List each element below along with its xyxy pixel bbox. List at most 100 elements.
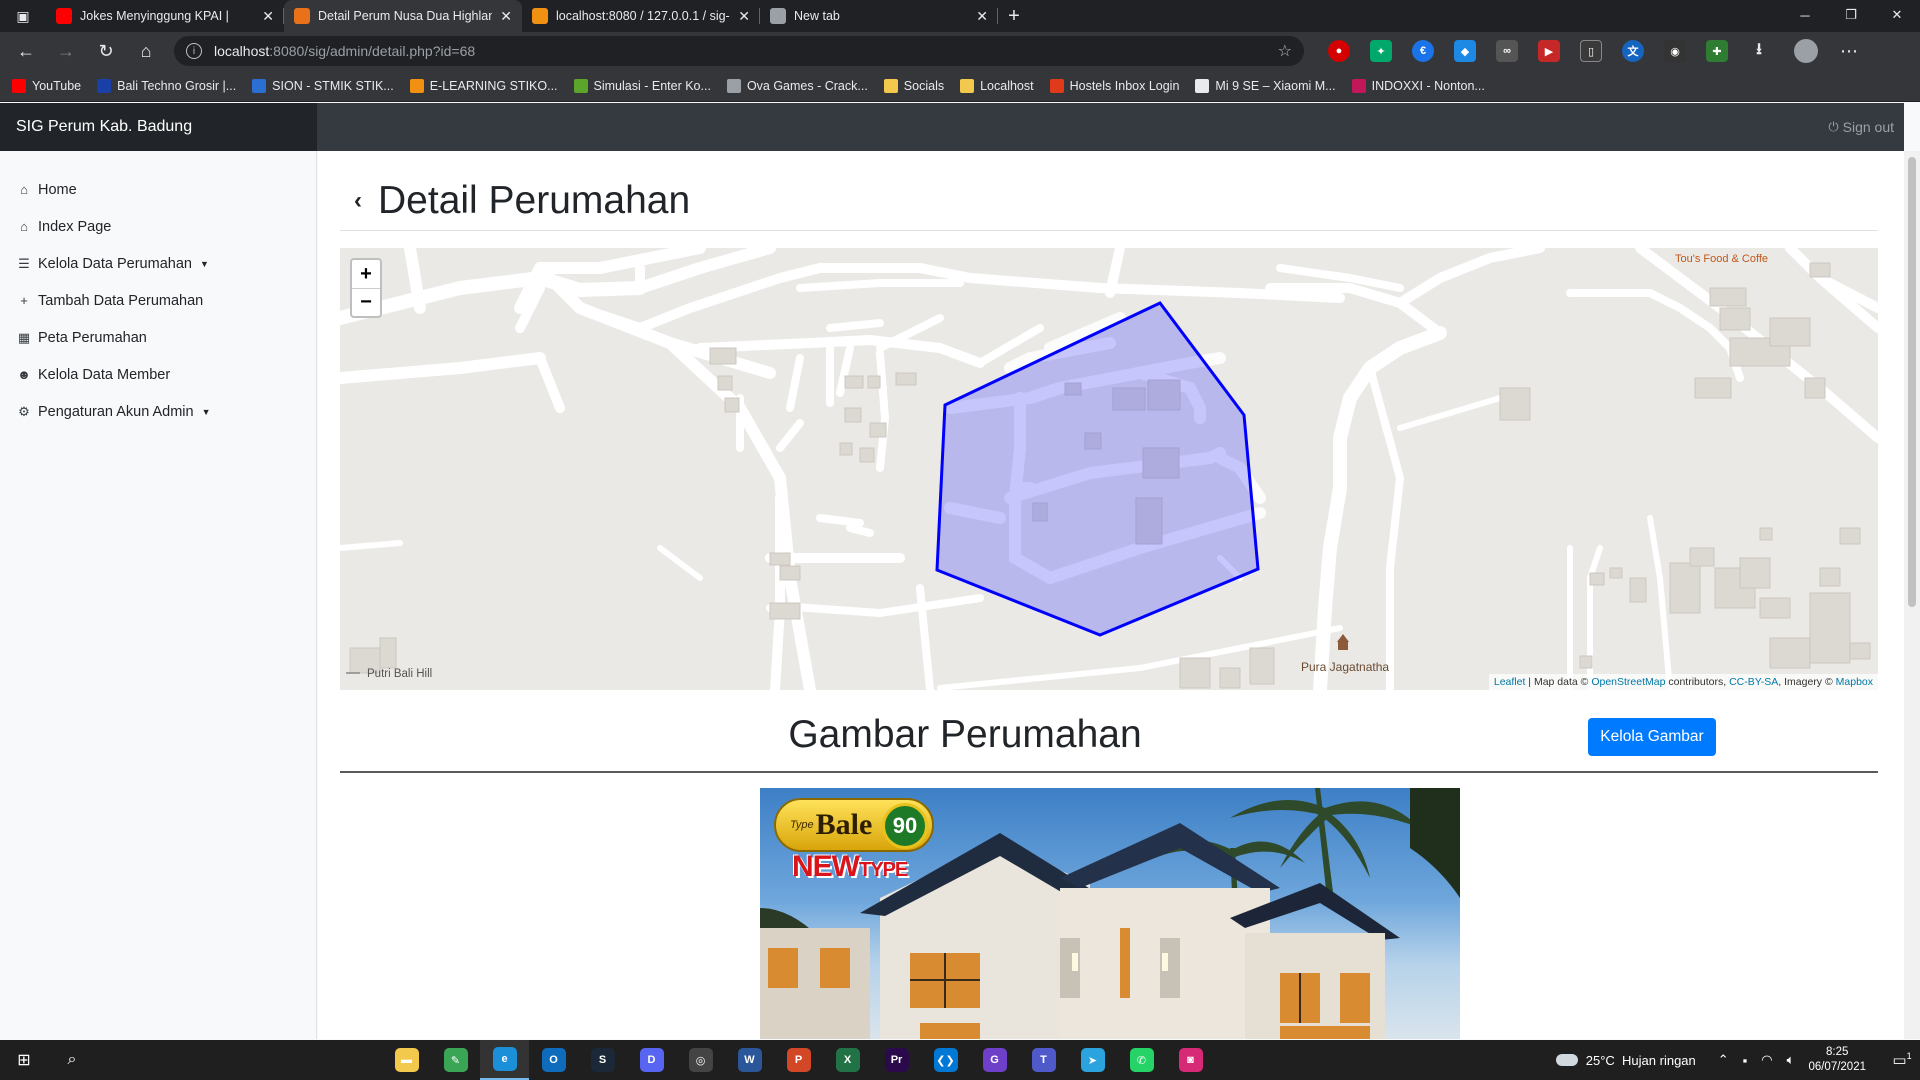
forward-button[interactable]: → <box>46 34 86 68</box>
extension-glasses-icon[interactable]: ∞ <box>1496 40 1518 62</box>
close-window-button[interactable]: ✕ <box>1874 0 1920 30</box>
reload-button[interactable]: ↻ <box>86 34 126 68</box>
tab-close-icon[interactable]: ✕ <box>500 8 512 25</box>
browser-tab[interactable]: localhost:8080 / 127.0.0.1 / sig-p ✕ <box>522 0 760 32</box>
extension-phone-icon[interactable]: ▯ <box>1580 40 1602 62</box>
osm-link[interactable]: OpenStreetMap <box>1591 676 1665 688</box>
sidebar-item-index-page[interactable]: ⌂ Index Page <box>0 208 316 245</box>
notification-icon[interactable]: ▭1 <box>1884 1051 1920 1069</box>
caret-down-icon: ▼ <box>201 406 211 417</box>
browser-tab[interactable]: New tab ✕ <box>760 0 998 32</box>
sidebar-item-pengaturan-akun-admin[interactable]: ⚙ Pengaturan Akun Admin ▼ <box>0 393 316 430</box>
taskbar-app[interactable]: ✆ <box>1117 1040 1166 1080</box>
sidebar-item-peta-perumahan[interactable]: ▦ Peta Perumahan <box>0 319 316 356</box>
bookmark-item[interactable]: Localhost <box>960 78 1034 93</box>
taskbar-app[interactable]: ➤ <box>1068 1040 1117 1080</box>
poi-food-label[interactable]: Tou's Food & Coffe <box>1675 253 1768 265</box>
taskbar-app[interactable]: e <box>480 1040 529 1080</box>
windows-start-icon[interactable]: ⊞ <box>0 1040 48 1080</box>
mapbox-link[interactable]: Mapbox <box>1836 676 1873 688</box>
taskbar-app[interactable]: ◎ <box>676 1040 725 1080</box>
taskbar-app[interactable]: S <box>578 1040 627 1080</box>
bookmark-item[interactable]: INDOXXI - Nonton... <box>1351 78 1485 93</box>
tab-close-icon[interactable]: ✕ <box>738 8 750 25</box>
bookmark-item[interactable]: Socials <box>883 78 944 93</box>
bookmark-item[interactable]: Mi 9 SE – Xiaomi M... <box>1195 78 1336 93</box>
taskbar-app[interactable]: G <box>970 1040 1019 1080</box>
signout-link[interactable]: ⏻ Sign out <box>1828 119 1894 135</box>
ccbysa-link[interactable]: CC-BY-SA <box>1729 676 1778 688</box>
bookmark-item[interactable]: YouTube <box>12 78 81 93</box>
tab-actions-icon[interactable]: ▣ <box>0 0 46 32</box>
weather-widget[interactable]: 25°C Hujan ringan <box>1555 1053 1696 1068</box>
tray-chevron-icon[interactable]: ⌃ <box>1718 1052 1729 1068</box>
tab-close-icon[interactable]: ✕ <box>262 8 274 25</box>
search-icon[interactable]: ⌕ <box>48 1040 96 1080</box>
extension-camera-icon[interactable]: ◉ <box>1664 40 1686 62</box>
sidebar-item-home[interactable]: ⌂ Home <box>0 171 316 208</box>
favorite-star-icon[interactable]: ☆ <box>1278 41 1292 61</box>
taskbar-app[interactable]: P <box>774 1040 823 1080</box>
bookmark-item[interactable]: E-LEARNING STIKO... <box>409 78 558 93</box>
housing-photo[interactable]: Type Bale 90 NEWTYPE <box>760 788 1460 1039</box>
extension-adblock-icon[interactable]: ● <box>1328 40 1350 62</box>
home-button[interactable]: ⌂ <box>126 34 166 68</box>
bookmark-item[interactable]: Bali Techno Grosir |... <box>97 78 236 93</box>
page-scrollbar[interactable] <box>1904 151 1920 1039</box>
windows-taskbar: ⊞ ⌕ ▬ ✎ e O S D ◎ W P X Pr ❮❯ G T ➤ ✆ ◙ 25°C Hujan ringa… <box>0 1040 1920 1080</box>
window-controls: ─ ❐ ✕ <box>1782 0 1920 30</box>
profile-avatar[interactable] <box>1794 39 1818 63</box>
new-tab-button[interactable]: + <box>998 0 1030 32</box>
extension-pin-icon[interactable]: ✦ <box>1370 40 1392 62</box>
taskbar-app[interactable]: ❮❯ <box>921 1040 970 1080</box>
taskbar-app[interactable]: X <box>823 1040 872 1080</box>
taskbar-app[interactable]: ▬ <box>382 1040 431 1080</box>
map-view[interactable]: + − Tou's Food & Coffe Pura Jagatnatha P… <box>340 248 1878 690</box>
tab-close-icon[interactable]: ✕ <box>976 8 988 25</box>
extension-shield-icon[interactable]: ◆ <box>1454 40 1476 62</box>
minimize-button[interactable]: ─ <box>1782 0 1828 30</box>
sidebar-item-kelola-data-perumahan[interactable]: ☰ Kelola Data Perumahan ▼ <box>0 245 316 282</box>
taskbar-app[interactable]: D <box>627 1040 676 1080</box>
browser-tab[interactable]: Jokes Menyinggung KPAI | ✕ <box>46 0 284 32</box>
maximize-button[interactable]: ❐ <box>1828 0 1874 30</box>
poi-temple-label[interactable]: Pura Jagatnatha <box>1301 660 1389 674</box>
sidebar-item-tambah-data-perumahan[interactable]: + Tambah Data Perumahan <box>0 282 316 319</box>
taskbar-app[interactable]: T <box>1019 1040 1068 1080</box>
site-info-icon[interactable]: i <box>186 43 202 59</box>
wifi-icon[interactable]: ◠ <box>1761 1052 1772 1068</box>
clock-time: 8:25 <box>1826 1046 1849 1058</box>
taskbar-app[interactable]: W <box>725 1040 774 1080</box>
address-bar[interactable]: i localhost:8080/sig/admin/detail.php?id… <box>174 36 1304 66</box>
bookmark-item[interactable]: Simulasi - Enter Ko... <box>573 78 711 93</box>
sidebar-item-label: Kelola Data Perumahan <box>38 255 192 272</box>
extension-media-icon[interactable]: ▶ <box>1538 40 1560 62</box>
browser-tab[interactable]: Detail Perum Nusa Dua Highland ✕ <box>284 0 522 32</box>
sidebar-item-kelola-data-member[interactable]: ☻ Kelola Data Member <box>0 356 316 393</box>
scrollbar-thumb[interactable] <box>1908 157 1916 607</box>
taskbar-app[interactable]: O <box>529 1040 578 1080</box>
taskbar-app[interactable]: Pr <box>872 1040 921 1080</box>
brand-title[interactable]: SIG Perum Kab. Badung <box>0 103 317 151</box>
bookmark-item[interactable]: SION - STMIK STIK... <box>252 78 394 93</box>
extension-puzzle-icon[interactable]: ✚ <box>1706 40 1728 62</box>
tab-favicon-icon <box>56 8 72 24</box>
zoom-out-button[interactable]: − <box>352 288 380 316</box>
zoom-in-button[interactable]: + <box>352 260 380 288</box>
volume-icon[interactable]: 🔈︎ <box>1787 1052 1795 1068</box>
extension-currency-icon[interactable]: € <box>1412 40 1434 62</box>
extension-translate-icon[interactable]: 文 <box>1622 40 1644 62</box>
attribution-text-3: , Imagery © <box>1778 676 1836 688</box>
back-chevron-icon[interactable]: ‹ <box>354 187 362 215</box>
browser-menu-icon[interactable]: ⋯ <box>1840 41 1858 62</box>
bookmark-item[interactable]: Hostels Inbox Login <box>1049 78 1179 93</box>
bookmark-item[interactable]: Ova Games - Crack... <box>726 78 868 93</box>
taskbar-app[interactable]: ✎ <box>431 1040 480 1080</box>
taskbar-app[interactable]: ◙ <box>1166 1040 1215 1080</box>
leaflet-link[interactable]: Leaflet <box>1494 676 1526 688</box>
kelola-gambar-button[interactable]: Kelola Gambar <box>1588 718 1716 756</box>
tray-app-icon[interactable]: ▪ <box>1743 1053 1748 1068</box>
download-icon[interactable]: ⭳ <box>1748 40 1770 62</box>
back-button[interactable]: ← <box>6 34 46 68</box>
clock[interactable]: 8:25 06/07/2021 <box>1808 1045 1866 1075</box>
